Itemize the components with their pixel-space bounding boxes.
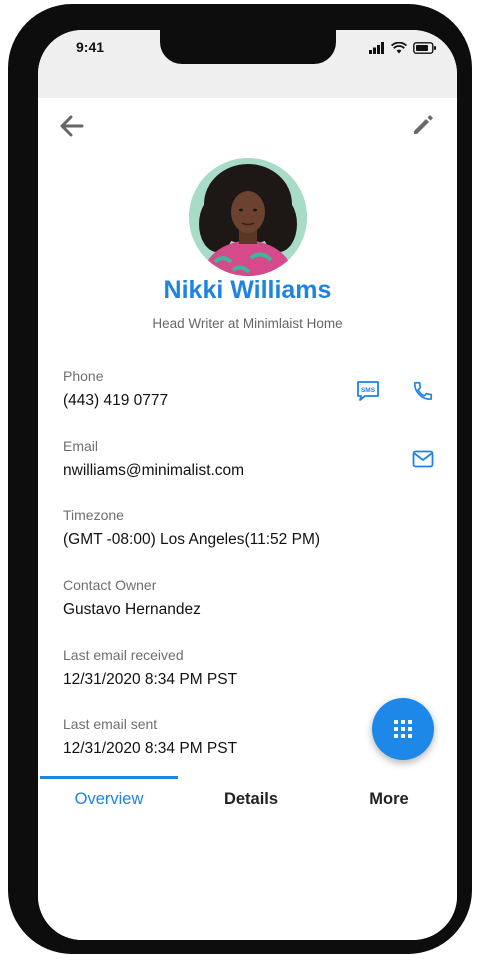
last-received-value: 12/31/2020 8:34 PM PST bbox=[63, 671, 238, 688]
status-bar: 9:41 bbox=[38, 30, 457, 98]
last-sent-value: 12/31/2020 8:34 PM PST bbox=[63, 740, 238, 757]
last-sent-field: Last email sent 12/31/2020 8:34 PM PST bbox=[63, 716, 237, 758]
wifi-icon bbox=[391, 42, 407, 54]
contact-subtitle: Head Writer at Minimlaist Home bbox=[152, 316, 343, 331]
sms-icon[interactable]: SMS bbox=[356, 379, 380, 408]
last-sent-label: Last email sent bbox=[63, 716, 158, 732]
last-received-label: Last email received bbox=[63, 647, 184, 663]
phone-label: Phone bbox=[63, 368, 104, 384]
phone-frame: 9:41 Nikki Williams Head Writer at Minim… bbox=[8, 4, 472, 954]
email-field: Email nwilliams@minimalist.com bbox=[63, 438, 244, 480]
last-received-field: Last email received 12/31/2020 8:34 PM P… bbox=[63, 647, 237, 689]
avatar bbox=[189, 158, 307, 276]
owner-value: Gustavo Hernandez bbox=[63, 601, 201, 618]
timezone-value: (GMT -08:00) Los Angeles(11:52 PM) bbox=[63, 531, 321, 548]
timezone-field: Timezone (GMT -08:00) Los Angeles(11:52 … bbox=[63, 507, 320, 549]
owner-label: Contact Owner bbox=[63, 577, 157, 593]
phone-field: Phone (443) 419 0777 bbox=[63, 368, 168, 410]
status-icons bbox=[369, 42, 437, 54]
edit-pencil-icon[interactable] bbox=[410, 112, 436, 138]
active-tab-indicator bbox=[40, 776, 178, 779]
phone-screen: 9:41 Nikki Williams Head Writer at Minim… bbox=[38, 30, 457, 940]
timezone-label: Timezone bbox=[63, 507, 124, 523]
battery-icon bbox=[413, 42, 437, 54]
contact-detail-screen: Nikki Williams Head Writer at Minimlaist… bbox=[38, 98, 457, 940]
tab-bar: Overview Details More bbox=[38, 776, 457, 818]
contact-name: Nikki Williams bbox=[163, 276, 332, 304]
email-label: Email bbox=[63, 438, 99, 454]
fab-grid-button[interactable] bbox=[372, 698, 434, 760]
tab-overview[interactable]: Overview bbox=[40, 790, 178, 809]
signal-icon bbox=[369, 42, 385, 54]
phone-call-icon[interactable] bbox=[412, 380, 434, 407]
sms-icon-label: SMS bbox=[361, 387, 376, 394]
mail-icon[interactable] bbox=[412, 449, 434, 474]
notch bbox=[160, 30, 336, 64]
status-time: 9:41 bbox=[76, 39, 105, 55]
tab-more[interactable]: More bbox=[320, 790, 457, 809]
phone-value[interactable]: (443) 419 0777 bbox=[63, 392, 168, 410]
grid-icon bbox=[394, 720, 412, 738]
owner-field: Contact Owner Gustavo Hernandez bbox=[63, 577, 201, 619]
back-arrow-icon[interactable] bbox=[58, 112, 86, 140]
avatar-photo bbox=[189, 158, 307, 276]
email-value[interactable]: nwilliams@minimalist.com bbox=[63, 462, 244, 480]
tab-details[interactable]: Details bbox=[182, 790, 320, 809]
